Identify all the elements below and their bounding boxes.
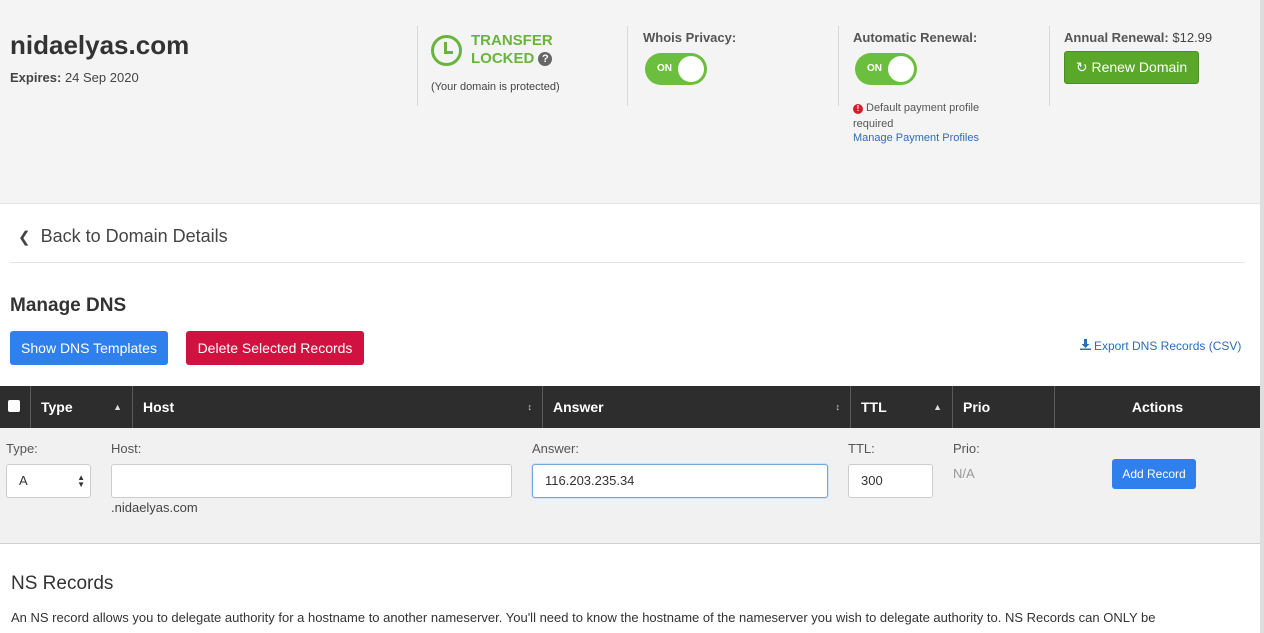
export-label: Export DNS Records (CSV) (1094, 339, 1242, 353)
payment-warning: ! Default payment profile required (853, 100, 1013, 132)
ttl-input[interactable]: 300 (848, 464, 933, 498)
auto-renew-label: Automatic Renewal: (853, 30, 978, 45)
ns-records-description: An NS record allows you to delegate auth… (11, 610, 1156, 625)
payment-warning-text: Default payment profile required (853, 102, 980, 130)
domain-header: nidaelyas.com Expires: 24 Sep 2020 TRANS… (0, 0, 1260, 204)
renew-domain-label: Renew Domain (1091, 59, 1188, 75)
divider (838, 26, 839, 106)
column-answer[interactable]: Answer ↕ (543, 386, 851, 428)
sort-icon: ↕ (527, 402, 533, 412)
add-record-button[interactable]: Add Record (1112, 459, 1196, 489)
divider (417, 26, 418, 106)
transfer-line1: TRANSFER (471, 32, 553, 49)
download-icon (1080, 339, 1091, 350)
select-arrows-icon: ▲ ▼ (77, 473, 85, 489)
chevron-left-icon: ❮ (18, 229, 31, 246)
select-all-checkbox[interactable] (8, 400, 20, 412)
show-dns-templates-button[interactable]: Show DNS Templates (10, 331, 168, 365)
host-suffix: .nidaelyas.com (111, 500, 198, 515)
column-actions-label: Actions (1131, 399, 1184, 415)
whois-toggle[interactable]: ON (645, 53, 707, 85)
column-prio: Prio (953, 386, 1055, 428)
ns-records-title: NS Records (11, 573, 114, 594)
column-answer-label: Answer (553, 399, 604, 415)
whois-toggle-state: ON (657, 63, 672, 74)
expires-label: Expires: (10, 70, 62, 85)
divider (10, 262, 1245, 263)
divider (1049, 26, 1050, 106)
scroll-edge (1260, 0, 1264, 633)
delete-selected-records-button[interactable]: Delete Selected Records (186, 331, 364, 365)
annual-label: Annual Renewal: (1064, 30, 1169, 45)
column-ttl-label: TTL (861, 399, 887, 415)
sort-asc-icon: ▲ (933, 402, 942, 412)
sort-icon: ↕ (835, 402, 841, 412)
clock-lock-icon (431, 35, 462, 66)
host-input[interactable] (111, 464, 512, 498)
alert-icon: ! (853, 104, 863, 114)
dns-table-header: Type ▲ Host ↕ Answer ↕ TTL ▲ Prio Actions (0, 386, 1260, 428)
protected-note: (Your domain is protected) (431, 81, 560, 93)
prio-value: N/A (953, 466, 975, 481)
transfer-status: TRANSFER LOCKED? (471, 32, 553, 68)
export-dns-csv-link[interactable]: Export DNS Records (CSV) (1080, 339, 1241, 353)
transfer-line2: LOCKED (471, 50, 535, 67)
expires-value: 24 Sep 2020 (64, 70, 139, 85)
type-select[interactable]: A ▲ ▼ (6, 464, 91, 498)
manage-payment-profiles-link[interactable]: Manage Payment Profiles (853, 132, 979, 144)
host-label: Host: (111, 441, 142, 456)
domain-name: nidaelyas.com (10, 30, 190, 60)
back-label: Back to Domain Details (40, 226, 228, 246)
answer-input[interactable]: 116.203.235.34 (532, 464, 828, 498)
auto-renew-toggle-state: ON (867, 63, 882, 74)
select-all-cell (0, 386, 31, 428)
column-actions: Actions (1055, 386, 1260, 428)
annual-renewal: Annual Renewal: $12.99 (1064, 30, 1212, 45)
whois-label: Whois Privacy: (643, 30, 737, 45)
annual-price: $12.99 (1172, 30, 1213, 45)
type-label: Type: (6, 441, 38, 456)
column-host-label: Host (143, 399, 175, 415)
manage-dns-title: Manage DNS (10, 295, 127, 316)
sort-icon: ▲ (113, 402, 122, 412)
back-to-domain-details-link[interactable]: ❮ Back to Domain Details (18, 226, 228, 247)
column-host[interactable]: Host ↕ (133, 386, 543, 428)
expiry-date: Expires: 24 Sep 2020 (10, 70, 139, 85)
prio-label: Prio: (953, 441, 980, 456)
refresh-icon: ↻ (1075, 59, 1088, 75)
renew-domain-button[interactable]: ↻ Renew Domain (1064, 51, 1199, 84)
toggle-knob (888, 56, 914, 82)
divider (627, 26, 628, 106)
type-select-value: A (19, 473, 28, 488)
ttl-label: TTL: (848, 441, 875, 456)
toggle-knob (678, 56, 704, 82)
column-ttl[interactable]: TTL ▲ (851, 386, 953, 428)
column-type-label: Type (41, 399, 73, 415)
help-icon[interactable]: ? (538, 52, 553, 66)
answer-label: Answer: (532, 441, 579, 456)
auto-renew-toggle[interactable]: ON (855, 53, 917, 85)
column-type[interactable]: Type ▲ (31, 386, 133, 428)
column-prio-label: Prio (963, 399, 991, 415)
